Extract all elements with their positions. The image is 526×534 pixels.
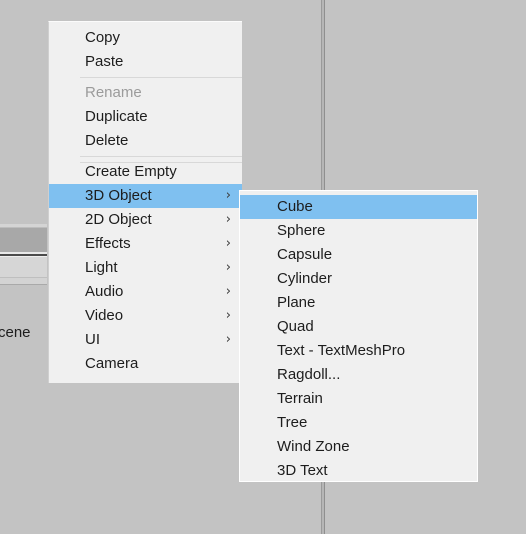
submenu-item-ragdoll[interactable]: Ragdoll... bbox=[240, 363, 477, 387]
left-panel-band-8 bbox=[0, 284, 47, 285]
submenu-item-label: Terrain bbox=[277, 390, 323, 407]
menu-item-duplicate[interactable]: Duplicate bbox=[49, 105, 242, 129]
context-menu[interactable]: Copy Paste Rename Duplicate Delete Create Emp… bbox=[48, 21, 242, 383]
submenu-item-wind-zone[interactable]: Wind Zone bbox=[240, 435, 477, 459]
menu-item-copy[interactable]: Copy bbox=[49, 26, 242, 50]
menu-item-video[interactable]: Video › bbox=[49, 304, 242, 328]
scene-tab-label: cene bbox=[0, 324, 31, 341]
submenu-item-label: Capsule bbox=[277, 246, 333, 263]
menu-item-label: Create Empty bbox=[85, 163, 177, 180]
left-panel-toolbar bbox=[0, 228, 47, 252]
submenu-item-label: Text - TextMeshPro bbox=[277, 342, 406, 359]
submenu-item-plane[interactable]: Plane bbox=[240, 291, 477, 315]
menu-item-label: Duplicate bbox=[85, 108, 148, 125]
submenu-item-tree[interactable]: Tree bbox=[240, 411, 477, 435]
submenu-list: Cube Sphere Capsule Cylinder Plane Quad Text -… bbox=[240, 191, 477, 483]
menu-item-label: Audio bbox=[85, 283, 124, 300]
menu-item-label: Rename bbox=[85, 84, 142, 101]
submenu-item-label: Tree bbox=[277, 414, 308, 431]
menu-item-audio[interactable]: Audio › bbox=[49, 280, 242, 304]
context-menu-list: Copy Paste Rename Duplicate Delete Create Emp… bbox=[49, 22, 242, 376]
chevron-right-icon: › bbox=[225, 212, 231, 227]
submenu-item-label: Cylinder bbox=[277, 270, 333, 287]
menu-item-ui[interactable]: UI › bbox=[49, 328, 242, 352]
menu-item-label: 3D Object bbox=[85, 187, 152, 204]
menu-item-label: Camera bbox=[85, 355, 139, 372]
menu-item-label: Effects bbox=[85, 235, 131, 252]
submenu-item-quad[interactable]: Quad bbox=[240, 315, 477, 339]
submenu-item-3d-text[interactable]: 3D Text bbox=[240, 459, 477, 483]
menu-item-rename: Rename bbox=[49, 81, 242, 105]
menu-item-label: Delete bbox=[85, 132, 129, 149]
menu-item-camera[interactable]: Camera bbox=[49, 352, 242, 376]
menu-item-label: UI bbox=[85, 331, 100, 348]
menu-separator bbox=[49, 74, 242, 81]
submenu-item-label: Plane bbox=[277, 294, 316, 311]
chevron-right-icon: › bbox=[225, 188, 231, 203]
menu-item-light[interactable]: Light › bbox=[49, 256, 242, 280]
submenu-item-label: 3D Text bbox=[277, 462, 328, 479]
submenu-item-capsule[interactable]: Capsule bbox=[240, 243, 477, 267]
submenu-item-text-textmeshpro[interactable]: Text - TextMeshPro bbox=[240, 339, 477, 363]
menu-separator bbox=[49, 153, 242, 163]
submenu-3d-object[interactable]: Cube Sphere Capsule Cylinder Plane Quad Text -… bbox=[239, 190, 478, 482]
menu-item-label: Light bbox=[85, 259, 118, 276]
chevron-right-icon: › bbox=[225, 308, 231, 323]
chevron-right-icon: › bbox=[225, 236, 231, 251]
menu-item-paste[interactable]: Paste bbox=[49, 50, 242, 74]
submenu-item-label: Ragdoll... bbox=[277, 366, 341, 383]
submenu-item-terrain[interactable]: Terrain bbox=[240, 387, 477, 411]
submenu-item-label: Wind Zone bbox=[277, 438, 350, 455]
menu-item-create-empty[interactable]: Create Empty bbox=[49, 160, 242, 184]
menu-item-2d-object[interactable]: 2D Object › bbox=[49, 208, 242, 232]
left-panel-row bbox=[0, 257, 47, 277]
menu-item-label: Video bbox=[85, 307, 124, 324]
chevron-right-icon: › bbox=[225, 260, 231, 275]
submenu-item-cube[interactable]: Cube bbox=[240, 195, 477, 219]
menu-item-delete[interactable]: Delete bbox=[49, 129, 242, 153]
submenu-item-label: Quad bbox=[277, 318, 314, 335]
menu-item-3d-object[interactable]: 3D Object › bbox=[49, 184, 242, 208]
menu-item-label: Copy bbox=[85, 29, 121, 46]
submenu-item-label: Cube bbox=[277, 198, 313, 215]
submenu-item-cylinder[interactable]: Cylinder bbox=[240, 267, 477, 291]
menu-item-label: Paste bbox=[85, 53, 124, 70]
menu-item-effects[interactable]: Effects › bbox=[49, 232, 242, 256]
menu-item-label: 2D Object bbox=[85, 211, 152, 228]
chevron-right-icon: › bbox=[225, 332, 231, 347]
submenu-item-sphere[interactable]: Sphere bbox=[240, 219, 477, 243]
submenu-item-label: Sphere bbox=[277, 222, 326, 239]
chevron-right-icon: › bbox=[225, 284, 231, 299]
